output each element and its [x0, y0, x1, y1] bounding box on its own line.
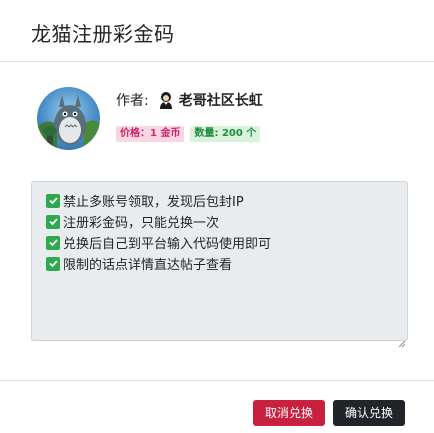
price-label: 价格： [120, 128, 150, 139]
resize-grip-icon[interactable] [398, 332, 406, 348]
price-badge: 价格：1 金币 [116, 126, 185, 142]
author-name[interactable]: 老哥社区长虹 [179, 90, 263, 110]
modal-header: 龙猫注册彩金码 [0, 0, 434, 62]
description-text: 注册彩金码，只能兑换一次 [63, 216, 220, 231]
description-line: 兑换后自己到平台输入代码使用即可 [46, 232, 393, 253]
description-text: 限制的话点详情直达帖子查看 [63, 258, 233, 273]
author-label: 作者: [116, 93, 149, 109]
quantity-badge: 数量: 200 个 [190, 126, 261, 142]
author-row: 作者: 老哥社区长虹 [116, 89, 263, 111]
description-line: 禁止多账号领取，发现后包封IP [46, 190, 393, 211]
check-icon [46, 214, 60, 229]
modal-title: 龙猫注册彩金码 [31, 22, 175, 46]
description-line: 注册彩金码，只能兑换一次 [46, 211, 393, 232]
check-icon [46, 193, 60, 208]
description-text: 禁止多账号领取，发现后包封IP [63, 195, 244, 210]
quantity-value: 200 个 [221, 128, 257, 139]
description-textarea[interactable]: 禁止多账号领取，发现后包封IP 注册彩金码，只能兑换一次 兑换后自己到平台输入代… [31, 181, 408, 348]
description-text: 兑换后自己到平台输入代码使用即可 [63, 237, 272, 252]
cancel-redeem-button[interactable]: 取消兑换 [253, 400, 325, 426]
confirm-redeem-button[interactable]: 确认兑换 [333, 400, 405, 426]
modal-footer: 取消兑换 确认兑换 [0, 380, 434, 433]
item-badges: 价格：1 金币 数量: 200 个 [116, 126, 261, 142]
check-icon [46, 235, 60, 250]
item-avatar [37, 87, 100, 150]
user-icon [157, 90, 175, 110]
description-line: 限制的话点详情直达帖子查看 [46, 253, 393, 274]
quantity-label: 数量: [194, 128, 219, 139]
price-value: 1 金币 [150, 128, 181, 139]
check-icon [46, 256, 60, 271]
